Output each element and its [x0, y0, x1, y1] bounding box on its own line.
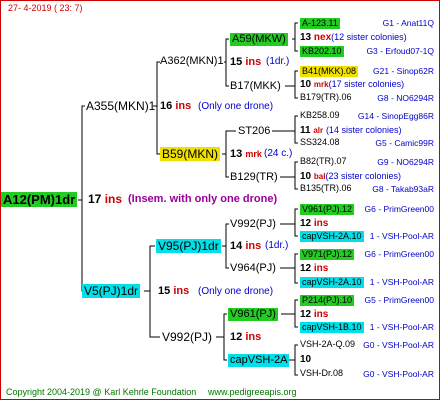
- g4-node[interactable]: capVSH-2A.10: [300, 231, 364, 242]
- g3-b129-gen: 10 bal(23 sister colonies): [300, 171, 401, 182]
- g1-a355-gen: 16 ins: [160, 100, 192, 112]
- g2-node-v992[interactable]: V992(PJ): [162, 331, 212, 343]
- g2-node-v95[interactable]: V95(PJ)1dr: [156, 239, 221, 253]
- g1-node-v5[interactable]: V5(PJ)1dr: [82, 284, 141, 298]
- g4-node[interactable]: VSH-Dr.08: [300, 369, 343, 378]
- g2-a362-gen: 15 ins: [230, 56, 262, 68]
- g3-node-v961[interactable]: V961(PJ): [228, 308, 278, 321]
- g4-node-info: G0 - VSH-Pool-AR: [363, 369, 434, 379]
- g1-node-a355[interactable]: A355(MKN)1: [86, 100, 155, 112]
- g4-node[interactable]: capVSH-1B.10: [300, 322, 364, 333]
- g4-node-info: G5 - Camic99R: [375, 138, 434, 148]
- g4-node[interactable]: V971(PJ).12: [300, 249, 355, 260]
- g4-node[interactable]: B179(TR).06: [300, 93, 352, 102]
- g2-b59-gen: 13 mrk: [230, 148, 262, 160]
- root-note: (Insem. with only one drone): [128, 193, 278, 205]
- g3-node-b129[interactable]: B129(TR): [230, 172, 278, 183]
- root-generation: 17 ins: [88, 193, 122, 205]
- g4-node[interactable]: P214(PJ).10: [300, 295, 355, 306]
- g2-node-a362[interactable]: A362(MKN)1: [160, 56, 224, 67]
- g3-node-st206[interactable]: ST206: [238, 126, 270, 137]
- g4-node-info: G5 - PrimGreen00: [364, 295, 434, 305]
- g4-node-info: G9 - NO6294R: [377, 157, 434, 167]
- g4-node-info: 1 - VSH-Pool-AR: [369, 231, 434, 241]
- g2-a362-note: (1dr.): [266, 56, 290, 67]
- g4-node-info: G8 - NO6294R: [377, 93, 434, 103]
- g4-node-info: G14 - SinopEgg86R: [357, 111, 434, 121]
- g4-node[interactable]: B82(TR).07: [300, 157, 347, 166]
- g3-node-capvsh[interactable]: capVSH-2A: [228, 354, 290, 367]
- g1-v5-note: (Only one drone): [198, 286, 274, 297]
- g2-v992-gen: 12 ins: [230, 331, 262, 343]
- g3-a59-gen: 13 nex(12 sister colonies): [300, 32, 407, 43]
- g3-capvsh-gen: 10: [300, 354, 312, 365]
- g4-node[interactable]: B135(TR).06: [300, 184, 352, 193]
- g4-node[interactable]: KB258.09: [300, 111, 340, 120]
- footer-site-link[interactable]: www.pedigreeapis.org: [208, 388, 297, 397]
- g4-node[interactable]: KB202.10: [300, 46, 344, 57]
- g2-node-b59[interactable]: B59(MKN): [160, 147, 221, 161]
- g4-node-info: G8 - Takab93aR: [372, 184, 434, 194]
- g4-node-info: G6 - PrimGreen00: [364, 249, 434, 259]
- root-node[interactable]: A12(PM)1dr: [1, 192, 78, 207]
- g4-node-info: G21 - Sinop62R: [373, 66, 434, 76]
- g3-v992-gen: 12 ins: [300, 218, 329, 229]
- g3-b17-gen: 10 mrk(17 sister colonies): [300, 79, 405, 90]
- g4-node-info: G6 - PrimGreen00: [364, 204, 434, 214]
- g1-v5-gen: 15 ins: [158, 285, 190, 297]
- g3-node-v992[interactable]: V992(PJ): [230, 219, 276, 230]
- g4-node-info: G3 - Erfoud07-1Q: [366, 46, 434, 56]
- g3-node-a59[interactable]: A59(MKW): [230, 33, 288, 46]
- g3-st206-gen: 11 alr (14 sister colonies): [300, 125, 402, 136]
- g4-node[interactable]: capVSH-2A.10: [300, 277, 364, 288]
- footer-copyright: Copyright 2004-2019 @ Karl Kehrle Founda…: [6, 387, 197, 397]
- g2-b59-note: (24 c.): [264, 148, 293, 159]
- g4-node[interactable]: VSH-2A-Q.09: [300, 340, 355, 349]
- g2-v95-note: (1dr.): [265, 240, 289, 251]
- g3-node-b17[interactable]: B17(MKK): [230, 81, 281, 92]
- g1-a355-note: (Only one drone): [198, 101, 274, 112]
- g3-v961-gen: 12 ins: [300, 309, 329, 320]
- root-num: 17: [88, 192, 102, 206]
- g4-node[interactable]: SS324.08: [300, 138, 340, 147]
- g4-node-info: G0 - VSH-Pool-AR: [363, 340, 434, 350]
- g4-node[interactable]: V961(PJ).12: [300, 204, 355, 215]
- root-ins: ins: [104, 192, 123, 206]
- g4-node[interactable]: B41(MKK).08: [300, 66, 359, 77]
- header-date: 27- 4-2019 ( 23: 7): [8, 3, 83, 13]
- g4-node-info: 1 - VSH-Pool-AR: [369, 322, 434, 332]
- g3-v964-gen: 12 ins: [300, 263, 329, 274]
- g3-node-v964[interactable]: V964(PJ): [230, 263, 276, 274]
- g4-node-info: 1 - VSH-Pool-AR: [369, 277, 434, 287]
- g4-node[interactable]: A-123.11: [300, 18, 340, 29]
- g4-node-info: G1 - Anat11Q: [382, 18, 434, 28]
- g2-v95-gen: 14 ins: [230, 240, 262, 252]
